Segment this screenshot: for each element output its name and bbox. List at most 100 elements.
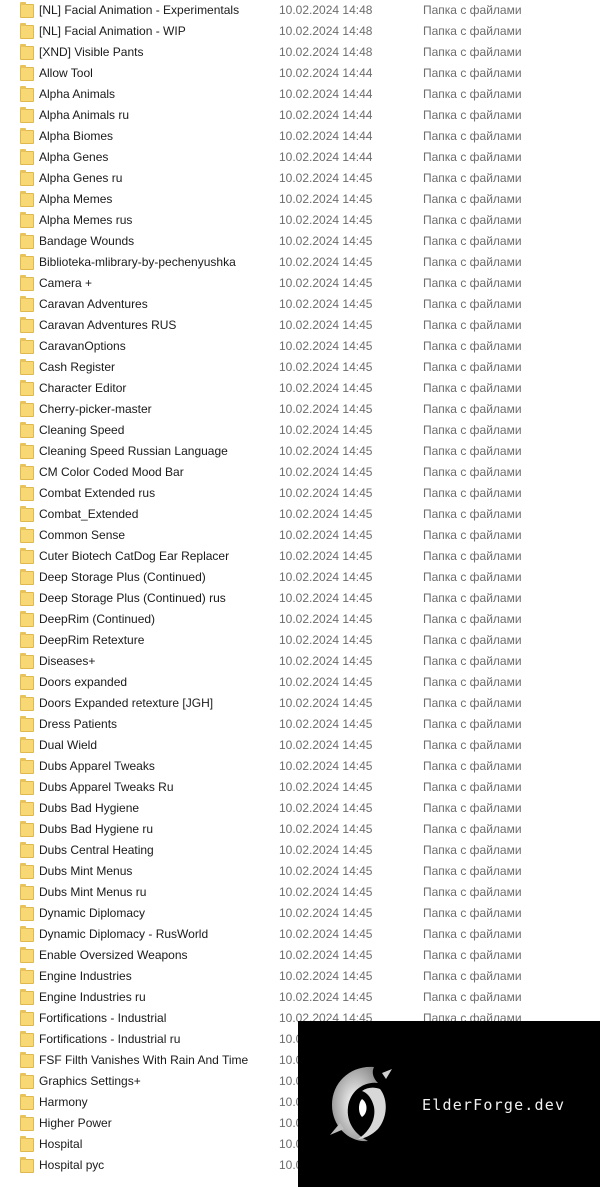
folder-type: Папка с файлами xyxy=(423,759,522,773)
folder-type: Папка с файлами xyxy=(423,423,522,437)
folder-icon xyxy=(20,905,34,921)
folder-row[interactable]: [XND] Visible Pants 10.02.2024 14:48 Папка… xyxy=(0,42,600,63)
folder-row[interactable]: Alpha Memes rus 10.02.2024 14:45 Папка с ф… xyxy=(0,210,600,231)
folder-row[interactable]: CM Color Coded Mood Bar 10.02.2024 14:45 П… xyxy=(0,462,600,483)
folder-type: Папка с файлами xyxy=(423,108,522,122)
folder-icon xyxy=(20,863,34,879)
folder-row[interactable]: Alpha Animals 10.02.2024 14:44 Папка с фай… xyxy=(0,84,600,105)
folder-row[interactable]: Deep Storage Plus (Continued) 10.02.2024 … xyxy=(0,567,600,588)
folder-icon xyxy=(20,527,34,543)
folder-row[interactable]: Combat Extended rus 10.02.2024 14:45 Папка… xyxy=(0,483,600,504)
folder-row[interactable]: Doors Expanded retexture [JGH] 10.02.2024… xyxy=(0,693,600,714)
folder-row[interactable]: Caravan Adventures 10.02.2024 14:45 Папка … xyxy=(0,294,600,315)
folder-row[interactable]: Dynamic Diplomacy - RusWorld 10.02.2024 1… xyxy=(0,924,600,945)
folder-row[interactable]: [NL] Facial Animation - WIP 10.02.2024 14… xyxy=(0,21,600,42)
folder-row[interactable]: Alpha Animals ru 10.02.2024 14:44 Папка с … xyxy=(0,105,600,126)
folder-row[interactable]: Cleaning Speed 10.02.2024 14:45 Папка с фа… xyxy=(0,420,600,441)
folder-row[interactable]: DeepRim (Continued) 10.02.2024 14:45 Папка… xyxy=(0,609,600,630)
folder-name: CM Color Coded Mood Bar xyxy=(39,465,184,479)
folder-row[interactable]: CaravanOptions 10.02.2024 14:45 Папка с фа… xyxy=(0,336,600,357)
folder-modified-date: 10.02.2024 14:45 xyxy=(279,234,373,248)
folder-row[interactable]: Dubs Apparel Tweaks 10.02.2024 14:45 Папка… xyxy=(0,756,600,777)
folder-modified-date: 10.02.2024 14:48 xyxy=(279,45,373,59)
folder-type: Папка с файлами xyxy=(423,654,522,668)
folder-row[interactable]: Dubs Mint Menus ru 10.02.2024 14:45 Папка … xyxy=(0,882,600,903)
folder-type: Папка с файлами xyxy=(423,906,522,920)
folder-name: Alpha Memes rus xyxy=(39,213,133,227)
folder-row[interactable]: Dual Wield 10.02.2024 14:45 Папка с файлам… xyxy=(0,735,600,756)
folder-row[interactable]: Dress Patients 10.02.2024 14:45 Папка с фа… xyxy=(0,714,600,735)
folder-icon xyxy=(20,380,34,396)
folder-row[interactable]: Alpha Genes 10.02.2024 14:44 Папка с файла… xyxy=(0,147,600,168)
folder-modified-date: 10.02.2024 14:45 xyxy=(279,633,373,647)
folder-name: [NL] Facial Animation - Experimentals xyxy=(39,3,240,17)
folder-icon xyxy=(20,779,34,795)
folder-row[interactable]: DeepRim Retexture 10.02.2024 14:45 Папка с… xyxy=(0,630,600,651)
folder-row[interactable]: Doors expanded 10.02.2024 14:45 Папка с фа… xyxy=(0,672,600,693)
folder-icon xyxy=(20,107,34,123)
folder-name: Deep Storage Plus (Continued) rus xyxy=(39,591,226,605)
folder-row[interactable]: Engine Industries ru 10.02.2024 14:45 Папк… xyxy=(0,987,600,1008)
folder-row[interactable]: Common Sense 10.02.2024 14:45 Папка с файл… xyxy=(0,525,600,546)
folder-row[interactable]: Caravan Adventures RUS 10.02.2024 14:45 Па… xyxy=(0,315,600,336)
folder-row[interactable]: Dubs Central Heating 10.02.2024 14:45 Папк… xyxy=(0,840,600,861)
folder-row[interactable]: Dynamic Diplomacy 10.02.2024 14:45 Папка с… xyxy=(0,903,600,924)
folder-modified-date: 10.02.2024 14:45 xyxy=(279,801,373,815)
folder-row[interactable]: Deep Storage Plus (Continued) rus 10.02.2… xyxy=(0,588,600,609)
folder-row[interactable]: Biblioteka-mlibrary-by-pechenyushka 10.02… xyxy=(0,252,600,273)
folder-type: Папка с файлами xyxy=(423,192,522,206)
folder-row[interactable]: Dubs Bad Hygiene 10.02.2024 14:45 Папка с … xyxy=(0,798,600,819)
folder-icon xyxy=(20,1010,34,1026)
folder-row[interactable]: Alpha Memes 10.02.2024 14:45 Папка с файла… xyxy=(0,189,600,210)
folder-name: Fortifications - Industrial xyxy=(39,1011,167,1025)
folder-row[interactable]: Diseases+ 10.02.2024 14:45 Папка с файлами xyxy=(0,651,600,672)
folder-row[interactable]: [NL] Facial Animation - Experimentals 10.… xyxy=(0,0,600,21)
folder-name: Dual Wield xyxy=(39,738,98,752)
folder-row[interactable]: Bandage Wounds 10.02.2024 14:45 Папка с фа… xyxy=(0,231,600,252)
folder-row[interactable]: Cherry-picker-master 10.02.2024 14:45 Папк… xyxy=(0,399,600,420)
folder-icon xyxy=(20,947,34,963)
folder-row[interactable]: Dubs Mint Menus 10.02.2024 14:45 Папка с ф… xyxy=(0,861,600,882)
folder-modified-date: 10.02.2024 14:45 xyxy=(279,591,373,605)
folder-name: Bandage Wounds xyxy=(39,234,135,248)
folder-icon xyxy=(20,737,34,753)
folder-name: CaravanOptions xyxy=(39,339,126,353)
folder-name: Enable Oversized Weapons xyxy=(39,948,188,962)
folder-modified-date: 10.02.2024 14:45 xyxy=(279,339,373,353)
folder-type: Папка с файлами xyxy=(423,129,522,143)
folder-name: DeepRim Retexture xyxy=(39,633,145,647)
folder-row[interactable]: Dubs Bad Hygiene ru 10.02.2024 14:45 Папка… xyxy=(0,819,600,840)
folder-type: Папка с файлами xyxy=(423,150,522,164)
folder-row[interactable]: Cuter Biotech CatDog Ear Replacer 10.02.2… xyxy=(0,546,600,567)
folder-type: Папка с файлами xyxy=(423,738,522,752)
folder-type: Папка с файлами xyxy=(423,444,522,458)
folder-icon xyxy=(20,317,34,333)
folder-icon xyxy=(20,1031,34,1047)
folder-modified-date: 10.02.2024 14:44 xyxy=(279,129,373,143)
folder-row[interactable]: Alpha Biomes 10.02.2024 14:44 Папка с файл… xyxy=(0,126,600,147)
folder-type: Папка с файлами xyxy=(423,633,522,647)
folder-row[interactable]: Cleaning Speed Russian Language 10.02.202… xyxy=(0,441,600,462)
folder-row[interactable]: Character Editor 10.02.2024 14:45 Папка с … xyxy=(0,378,600,399)
folder-row[interactable]: Enable Oversized Weapons 10.02.2024 14:45… xyxy=(0,945,600,966)
folder-type: Папка с файлами xyxy=(423,612,522,626)
folder-icon xyxy=(20,464,34,480)
folder-type: Папка с файлами xyxy=(423,45,522,59)
folder-name: Dubs Central Heating xyxy=(39,843,154,857)
folder-name: Allow Tool xyxy=(39,66,93,80)
folder-modified-date: 10.02.2024 14:45 xyxy=(279,759,373,773)
folder-type: Папка с файлами xyxy=(423,969,522,983)
folder-row[interactable]: Engine Industries 10.02.2024 14:45 Папка с… xyxy=(0,966,600,987)
folder-row[interactable]: Combat_Extended 10.02.2024 14:45 Папка с ф… xyxy=(0,504,600,525)
folder-modified-date: 10.02.2024 14:45 xyxy=(279,444,373,458)
folder-row[interactable]: Allow Tool 10.02.2024 14:44 Папка с файлам… xyxy=(0,63,600,84)
folder-type: Папка с файлами xyxy=(423,255,522,269)
folder-row[interactable]: Alpha Genes ru 10.02.2024 14:45 Папка с фа… xyxy=(0,168,600,189)
folder-row[interactable]: Dubs Apparel Tweaks Ru 10.02.2024 14:45 Па… xyxy=(0,777,600,798)
folder-row[interactable]: Camera + 10.02.2024 14:45 Папка с файлами xyxy=(0,273,600,294)
folder-row[interactable]: Cash Register 10.02.2024 14:45 Папка с фай… xyxy=(0,357,600,378)
folder-modified-date: 10.02.2024 14:45 xyxy=(279,864,373,878)
folder-modified-date: 10.02.2024 14:45 xyxy=(279,885,373,899)
folder-type: Папка с файлами xyxy=(423,570,522,584)
folder-name: Common Sense xyxy=(39,528,126,542)
